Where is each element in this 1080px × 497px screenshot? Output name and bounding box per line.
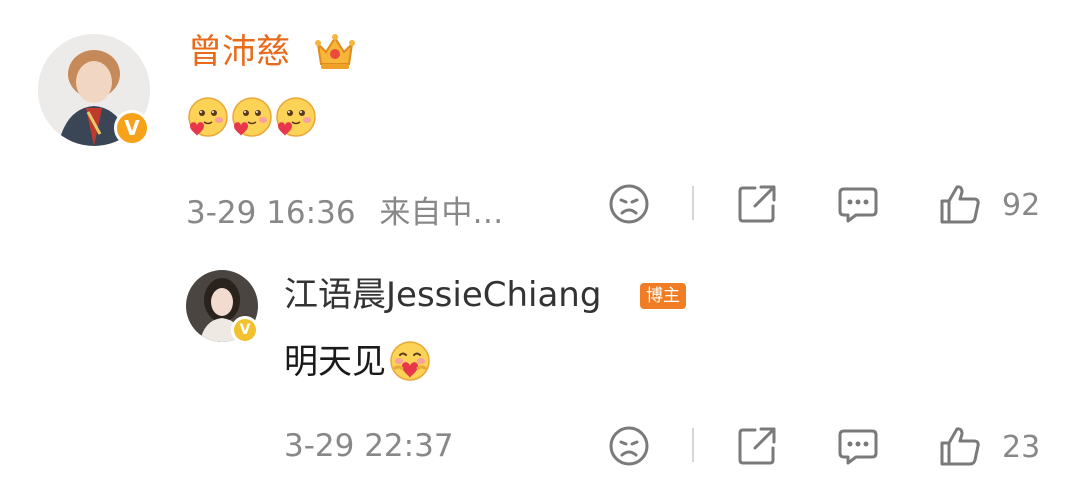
share-icon[interactable]: [735, 182, 779, 226]
verified-badge: V: [114, 110, 150, 146]
reply-text: 明天见: [284, 342, 386, 382]
weibo-comment-thread: V 曾沛慈 3-29 16:36 来自中… 92 V 江语晨JessieChia…: [0, 0, 1080, 497]
verified-badge: V: [231, 316, 259, 344]
crown-icon: [315, 34, 355, 69]
like-thumb-icon[interactable]: [938, 424, 982, 468]
heart-face-emoji: [188, 97, 228, 137]
divider: [692, 428, 694, 462]
comment-source: 来自中…: [379, 195, 504, 231]
share-icon[interactable]: [735, 424, 779, 468]
dislike-face-icon[interactable]: [607, 424, 651, 468]
like-thumb-icon[interactable]: [938, 182, 982, 226]
comment-avatar[interactable]: V: [38, 34, 150, 146]
like-count: 23: [1002, 430, 1041, 465]
reply-meta: 3-29 22:37: [284, 428, 454, 464]
dislike-face-icon[interactable]: [607, 182, 651, 226]
reply-content: 明天见: [284, 340, 432, 384]
hug-face-emoji: [390, 340, 430, 381]
divider: [692, 186, 694, 220]
reply-avatar[interactable]: V: [186, 270, 259, 344]
comment-icon[interactable]: [836, 182, 880, 226]
comment-author-name[interactable]: 曾沛慈: [188, 32, 290, 72]
reply-author-name[interactable]: 江语晨JessieChiang: [284, 275, 601, 315]
comment-meta: 3-29 16:36 来自中…: [186, 187, 503, 232]
reply-timestamp: 3-29 22:37: [284, 428, 454, 464]
heart-face-emoji: [232, 97, 272, 137]
comment-content: [186, 96, 318, 140]
heart-face-emoji: [276, 97, 316, 137]
comment-icon[interactable]: [836, 424, 880, 468]
comment-timestamp: 3-29 16:36: [186, 195, 356, 231]
blogger-tag: 博主: [640, 283, 686, 309]
like-count: 92: [1002, 188, 1041, 223]
